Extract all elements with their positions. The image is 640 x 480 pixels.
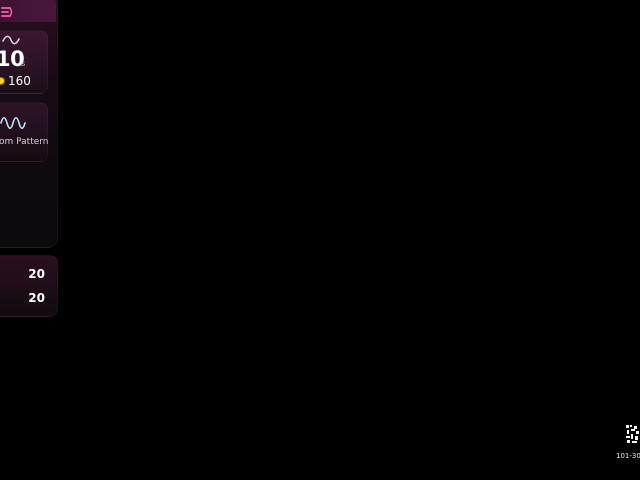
pattern-icon[interactable] (0, 6, 14, 18)
wave-pattern-icon (0, 116, 26, 130)
timer-unit: s (21, 59, 26, 68)
pattern-label: om Pattern (0, 137, 49, 147)
app-screen: 10 s 160 om Pattern 20 20 101-30 (0, 0, 640, 480)
wave-icon (2, 35, 20, 45)
qr-icon (626, 425, 639, 443)
stat-value-1: 20 (28, 267, 45, 281)
pattern-card[interactable] (0, 102, 48, 162)
stats-panel (0, 255, 58, 317)
stat-value-2: 20 (28, 291, 45, 305)
coin-value: 160 (8, 74, 31, 88)
corner-code: 101-30 (616, 452, 640, 460)
